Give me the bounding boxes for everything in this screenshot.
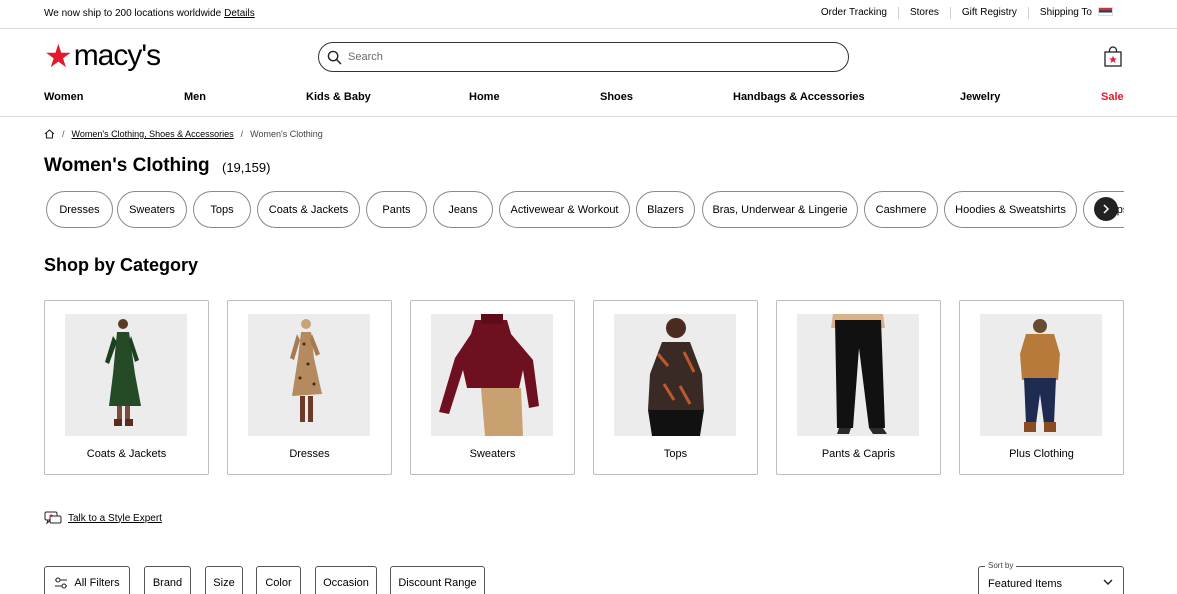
chevron-right-icon — [1103, 204, 1110, 214]
category-card-dresses[interactable]: Dresses — [227, 300, 392, 475]
nav-sale[interactable]: Sale — [1101, 91, 1124, 103]
main-nav: Women Men Kids & Baby Home Shoes Handbag… — [0, 82, 1177, 117]
chip-hoodies-sweatshirts[interactable]: Hoodies & Sweatshirts — [944, 191, 1077, 228]
chip-tops[interactable]: Tops — [193, 191, 251, 228]
shopping-bag-icon[interactable] — [1104, 46, 1122, 67]
sort-value: Featured Items — [988, 578, 1062, 590]
all-filters-button[interactable]: All Filters — [44, 566, 130, 594]
breadcrumb: / Women's Clothing, Shoes & Accessories … — [44, 129, 323, 139]
chip-pants[interactable]: Pants — [366, 191, 427, 228]
nav-handbags-accessories[interactable]: Handbags & Accessories — [733, 91, 865, 103]
chip-dresses[interactable]: Dresses — [46, 191, 113, 228]
category-card-coats-jackets[interactable]: Coats & Jackets — [44, 300, 209, 475]
nav-home[interactable]: Home — [469, 91, 500, 103]
search-input[interactable] — [348, 51, 828, 63]
occasion-filter-button[interactable]: Occasion — [315, 566, 377, 594]
product-image — [248, 314, 370, 436]
product-image — [614, 314, 736, 436]
category-card-plus-clothing[interactable]: Plus Clothing — [959, 300, 1124, 475]
page-title: Women's Clothing — [44, 155, 210, 176]
sort-select[interactable]: Sort by Featured Items — [978, 561, 1124, 594]
nav-women[interactable]: Women — [44, 91, 84, 103]
chips-next-button[interactable] — [1094, 197, 1118, 221]
order-tracking-link[interactable]: Order Tracking — [810, 7, 898, 19]
sliders-icon — [55, 577, 68, 589]
brand-filter-button[interactable]: Brand — [144, 566, 191, 594]
nav-shoes[interactable]: Shoes — [600, 91, 633, 103]
size-filter-button[interactable]: Size — [205, 566, 243, 594]
product-image — [980, 314, 1102, 436]
chat-bubble-icon — [44, 511, 62, 525]
search-icon — [327, 50, 342, 64]
category-card-pants-capris[interactable]: Pants & Capris — [776, 300, 941, 475]
utility-bar: We now ship to 200 locations worldwide De… — [0, 0, 1177, 29]
chip-blazers[interactable]: Blazers — [636, 191, 695, 228]
stores-link[interactable]: Stores — [897, 7, 950, 19]
product-image — [797, 314, 919, 436]
category-chips: Dresses Sweaters Tops Coats & Jackets Pa… — [44, 191, 1124, 228]
chip-coats-jackets[interactable]: Coats & Jackets — [257, 191, 360, 228]
nav-jewelry[interactable]: Jewelry — [960, 91, 1000, 103]
shipping-promo: We now ship to 200 locations worldwide De… — [44, 8, 255, 19]
color-filter-button[interactable]: Color — [256, 566, 301, 594]
category-card-tops[interactable]: Tops — [593, 300, 758, 475]
shipping-details-link[interactable]: Details — [224, 8, 255, 19]
result-count: (19,159) — [222, 160, 271, 175]
product-image — [65, 314, 187, 436]
macys-logo[interactable]: ★ macy's — [44, 38, 161, 74]
shipping-to-link[interactable]: Shipping To — [1027, 7, 1124, 19]
flag-icon — [1098, 7, 1113, 16]
breadcrumb-link-womens-clothing-shoes[interactable]: Women's Clothing, Shoes & Accessories — [72, 129, 234, 139]
star-icon: ★ — [44, 38, 73, 74]
category-card-sweaters[interactable]: Sweaters — [410, 300, 575, 475]
search-bar[interactable] — [318, 42, 849, 72]
chip-cashmere[interactable]: Cashmere — [864, 191, 938, 228]
utility-links: Order Tracking Stores Gift Registry Ship… — [810, 7, 1124, 19]
shop-by-category-title: Shop by Category — [44, 255, 199, 275]
product-image — [431, 314, 553, 436]
discount-range-filter-button[interactable]: Discount Range — [390, 566, 485, 594]
chip-bras-underwear-lingerie[interactable]: Bras, Underwear & Lingerie — [702, 191, 858, 228]
home-icon[interactable] — [44, 129, 55, 139]
nav-men[interactable]: Men — [184, 91, 206, 103]
gift-registry-link[interactable]: Gift Registry — [949, 7, 1028, 19]
sort-label: Sort by — [985, 561, 1017, 570]
nav-kids-baby[interactable]: Kids & Baby — [306, 91, 371, 103]
breadcrumb-current: Women's Clothing — [250, 129, 323, 139]
chip-sweaters[interactable]: Sweaters — [117, 191, 187, 228]
chip-activewear-workout[interactable]: Activewear & Workout — [499, 191, 630, 228]
chevron-down-icon — [1103, 579, 1113, 585]
style-expert-link[interactable]: Talk to a Style Expert — [44, 511, 162, 525]
chip-jeans[interactable]: Jeans — [433, 191, 493, 228]
